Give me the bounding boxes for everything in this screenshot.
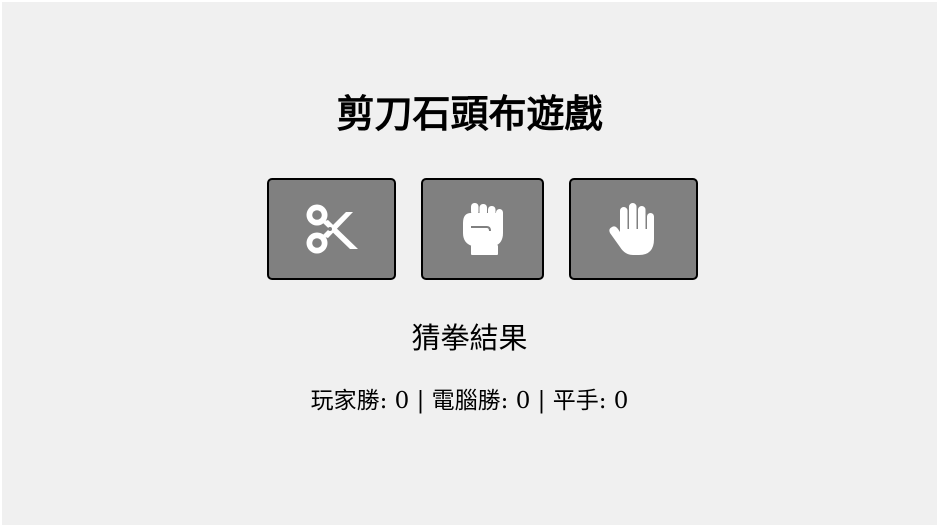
game-title: 剪刀石頭布遊戲: [336, 92, 603, 136]
draws-label: 平手:: [552, 388, 607, 414]
open-hand-icon: [608, 203, 654, 255]
draws-value: 0: [613, 388, 629, 414]
game-page: 剪刀石頭布遊戲 猜拳結果 玩家勝: 0 | 電腦勝: 0 | 平手: 0: [2, 2, 937, 525]
scissors-icon: [306, 204, 358, 254]
scissors-button[interactable]: [267, 178, 396, 280]
scoreboard: 玩家勝: 0 | 電腦勝: 0 | 平手: 0: [2, 384, 937, 418]
result-text: 猜拳結果: [411, 321, 528, 355]
rock-button[interactable]: [421, 178, 544, 280]
score-separator: |: [537, 388, 546, 414]
player-wins-label: 玩家勝:: [310, 388, 388, 414]
computer-wins-value: 0: [515, 388, 531, 414]
player-wins-value: 0: [394, 388, 410, 414]
fist-icon: [462, 203, 503, 255]
computer-wins-label: 電腦勝:: [431, 388, 509, 414]
score-separator: |: [416, 388, 425, 414]
paper-button[interactable]: [569, 178, 698, 280]
